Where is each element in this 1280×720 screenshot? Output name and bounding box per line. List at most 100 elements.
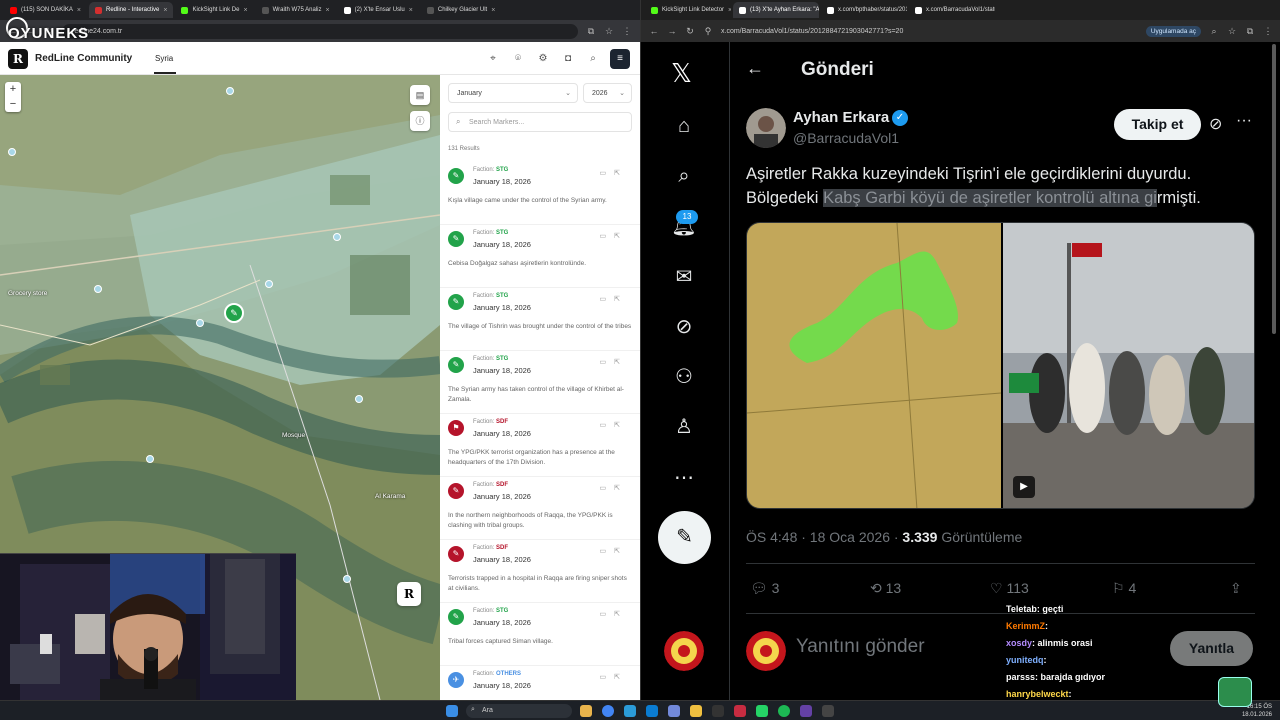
poi-marker[interactable]	[8, 148, 16, 156]
discord-icon[interactable]	[668, 705, 680, 717]
external-link-icon[interactable]: ⇱	[614, 170, 628, 177]
close-tab-icon[interactable]: ×	[491, 7, 495, 14]
poi-marker[interactable]	[94, 285, 102, 293]
zoom-in-button[interactable]: +	[5, 82, 21, 97]
follow-button[interactable]: Takip et	[1114, 109, 1201, 140]
external-link-icon[interactable]: ⇱	[614, 422, 628, 429]
forward-icon[interactable]: →	[667, 26, 677, 36]
site-info-icon[interactable]: ⚲	[703, 26, 713, 37]
right-browser-tab[interactable]: x.com/bpthaber/status/201288×	[821, 2, 907, 18]
poi-marker[interactable]	[265, 280, 273, 288]
map-info-button[interactable]: ⓘ	[410, 111, 430, 131]
whatsapp-icon[interactable]	[756, 705, 768, 717]
communities-icon[interactable]: ⚇	[671, 364, 697, 390]
menu-dots-icon[interactable]: ⋮	[1263, 26, 1273, 37]
repost-count[interactable]: ⟲ 13	[870, 580, 901, 597]
external-link-icon[interactable]: ⇱	[614, 611, 628, 618]
external-link-icon[interactable]: ⇱	[614, 674, 628, 681]
year-select[interactable]: 2026 ⌄	[583, 83, 632, 103]
back-arrow-icon[interactable]: ←	[746, 58, 764, 79]
spotify-icon[interactable]	[778, 705, 790, 717]
chrome-icon[interactable]	[602, 705, 614, 717]
author-handle[interactable]: @BarracudaVol1	[793, 130, 899, 146]
map-layers-button[interactable]: ▤	[410, 85, 430, 105]
redline-logo[interactable]: R	[8, 48, 28, 69]
left-browser-tab[interactable]: (2) X'te Ensar Uslu ×	[338, 2, 419, 18]
video-icon[interactable]: ▭	[600, 548, 615, 555]
left-url-field[interactable]: redline24.com.tr	[62, 23, 578, 39]
compose-post-button[interactable]: ✎	[658, 511, 711, 564]
video-icon[interactable]: ▭	[600, 233, 615, 240]
search-icon[interactable]: ⌕	[585, 51, 601, 67]
marker-list-item[interactable]: ✎ Faction: SDF January 18, 2026 ▭⇱ In the no…	[440, 479, 640, 542]
video-icon[interactable]: ▭	[600, 359, 615, 366]
marker-list-item[interactable]: ✈Faction: OTHERSJanuary 18, 2026▭⇱The Sy…	[448, 668, 632, 700]
widget-icon[interactable]	[580, 705, 592, 717]
extensions-icon[interactable]: ⧉	[1245, 26, 1255, 37]
camera-icon[interactable]: ◘	[560, 51, 576, 67]
external-link-icon[interactable]: ⇱	[614, 548, 628, 555]
poi-marker[interactable]	[333, 233, 341, 241]
video-icon[interactable]: ▭	[600, 422, 615, 429]
marker-list-item[interactable]: ✎ Faction: STG January 18, 2026 ▭⇱ Tribal fo…	[440, 605, 640, 668]
folder-icon[interactable]	[690, 705, 702, 717]
poi-marker[interactable]	[196, 319, 204, 327]
grok-icon[interactable]: ⊘	[671, 314, 697, 340]
x-logo-icon[interactable]: 𝕏	[671, 58, 692, 89]
reply-button[interactable]: Yanıtla	[1170, 631, 1253, 666]
home-icon[interactable]: ⌂	[671, 113, 697, 139]
marker-list-item[interactable]: ✎ Faction: SDF January 18, 2026 ▭⇱ Terrorist…	[440, 542, 640, 605]
like-count[interactable]: ♡ 113	[990, 580, 1029, 597]
zoom-icon[interactable]: ⌕	[1209, 26, 1219, 37]
right-browser-tab[interactable]: x.com/BarracudaVol1/status/20×	[909, 2, 995, 18]
video-icon[interactable]: ▭	[600, 611, 615, 618]
right-browser-tab[interactable]: KickSight Link Detector×	[645, 2, 731, 18]
zoom-out-button[interactable]: −	[5, 97, 21, 112]
menu-dots-icon[interactable]: ⋮	[622, 26, 632, 37]
location-pin-icon[interactable]: ⌾	[510, 51, 526, 67]
close-tab-icon[interactable]: ×	[409, 7, 413, 14]
poi-marker[interactable]	[146, 455, 154, 463]
app-icon[interactable]	[800, 705, 812, 717]
poi-marker[interactable]	[226, 87, 234, 95]
marker-search-input[interactable]: ⌕ Search Markers...	[448, 112, 632, 132]
open-in-app-button[interactable]: Uygulamada aç	[1145, 25, 1201, 37]
app-icon[interactable]	[712, 705, 724, 717]
explore-search-icon[interactable]: ⌕	[671, 163, 697, 189]
star-icon[interactable]: ☆	[1227, 26, 1237, 37]
marker-list-item[interactable]: ✎ Faction: STG January 18, 2026 ▭⇱ Cebisa Do…	[440, 227, 640, 290]
left-browser-tab[interactable]: (115) SON DAKİKA ×	[4, 2, 87, 18]
reply-count[interactable]: 💬︎ 3	[750, 580, 779, 597]
close-tab-icon[interactable]: ×	[163, 7, 167, 14]
tag-icon[interactable]: ⌖	[485, 51, 501, 67]
video-icon[interactable]: ▭	[600, 296, 615, 303]
marker-list-item[interactable]: ✎ Faction: STG January 18, 2026 ▭⇱ The villa…	[440, 290, 640, 353]
more-options-icon[interactable]: ···	[1236, 112, 1252, 130]
external-link-icon[interactable]: ⇱	[614, 233, 628, 240]
gear-icon[interactable]: ⚙	[535, 51, 551, 67]
more-circle-icon[interactable]: ⋯	[671, 465, 697, 491]
author-avatar[interactable]	[746, 108, 786, 148]
close-tab-icon[interactable]: ×	[326, 7, 330, 14]
author-name[interactable]: Ayhan Erkara	[793, 109, 889, 126]
left-browser-tab[interactable]: Redline - Interactive ×	[89, 2, 174, 18]
marker-list-item[interactable]: ✎ Faction: STG January 18, 2026 ▭⇱ The Syria…	[440, 353, 640, 416]
marker-list-item[interactable]: ⚑ Faction: SDF January 18, 2026 ▭⇱ The YPG/P…	[440, 416, 640, 479]
video-icon[interactable]: ▭	[600, 170, 615, 177]
external-link-icon[interactable]: ⇱	[614, 296, 628, 303]
left-browser-tab[interactable]: Chilkey Glacier Ult ×	[421, 2, 501, 18]
close-tab-icon[interactable]: ×	[728, 7, 731, 14]
profile-icon[interactable]: ♙	[671, 414, 697, 440]
poi-marker[interactable]	[343, 575, 351, 583]
hamburger-menu-icon[interactable]: ≡	[610, 49, 630, 69]
extensions-icon[interactable]: ⧉	[586, 26, 596, 37]
star-icon[interactable]: ☆	[604, 26, 614, 37]
play-video-icon[interactable]: ▶	[1013, 476, 1035, 498]
video-icon[interactable]: ▭	[600, 674, 615, 681]
tweet-media[interactable]: ▶	[746, 222, 1255, 509]
app-icon[interactable]	[734, 705, 746, 717]
bookmark-count[interactable]: ⚐ 4	[1112, 580, 1136, 597]
back-icon[interactable]: ←	[649, 26, 659, 36]
month-select[interactable]: January ⌄	[448, 83, 578, 103]
marker-list-item[interactable]: ✎ Faction: STG January 18, 2026 ▭⇱ Kışla vil…	[440, 164, 640, 227]
